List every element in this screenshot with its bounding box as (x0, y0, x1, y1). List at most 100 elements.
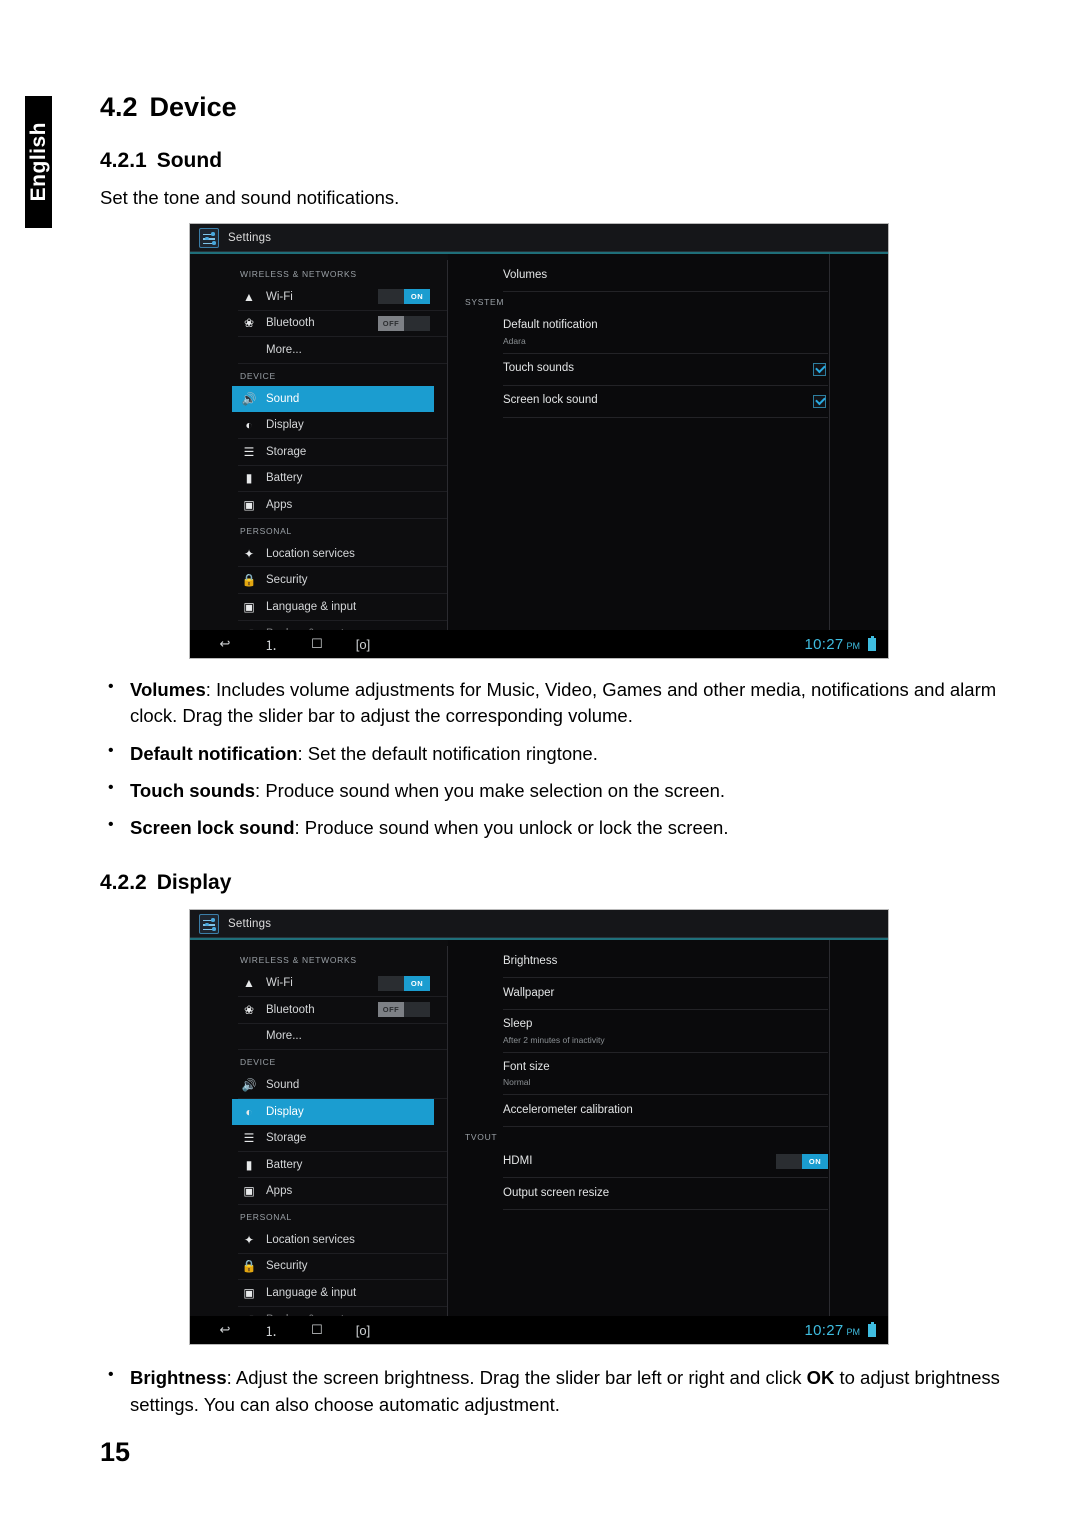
sidebar-item-display[interactable]: ◐ Display (232, 1098, 434, 1126)
recent-apps-icon[interactable]: ☐ (300, 1322, 334, 1338)
sidebar-item-label: Wi-Fi (266, 977, 293, 990)
sidebar-item-wifi[interactable]: ▲ Wi-Fi ON (238, 284, 448, 311)
shot-title-bar: Settings (190, 910, 888, 939)
sidebar-item-security[interactable]: 🔒 Security (238, 1254, 448, 1281)
pane-row-sleep[interactable]: Sleep After 2 minutes of inactivity (503, 1010, 828, 1053)
pane-row-default-notification[interactable]: Default notification Adara (503, 311, 828, 354)
sidebar-item-apps[interactable]: ▣ Apps (238, 1178, 448, 1206)
sidebar-item-apps[interactable]: ▣ Apps (238, 492, 448, 519)
lock-icon: 🔒 (241, 1259, 257, 1274)
list-item: Default notification: Set the default no… (100, 740, 1000, 767)
sidebar-item-label: Security (266, 1260, 308, 1273)
sidebar-item-language-input[interactable]: ▣ Language & input (238, 594, 448, 621)
pane-row-wallpaper[interactable]: Wallpaper (503, 978, 828, 1011)
page-number: 15 (100, 1437, 131, 1467)
screenshot-sound: Settings WIRELESS & NETWORKS ▲ Wi-Fi ON … (189, 223, 889, 659)
sidebar-item-sound[interactable]: 🔊 Sound (232, 385, 434, 413)
battery-status-icon (868, 635, 876, 651)
list-item: Volumes: Includes volume adjustments for… (100, 676, 1000, 730)
hdmi-toggle[interactable]: ON (776, 1154, 828, 1170)
display-brightness-icon: ◐ (245, 418, 253, 433)
pane-row-touch-sounds[interactable]: Touch sounds (503, 354, 828, 386)
bullet-term: Volumes (130, 679, 206, 700)
settings-sidebar[interactable]: WIRELESS & NETWORKS ▲ Wi-Fi ON ❀ Bluetoo… (190, 940, 448, 1317)
bullet-text: : Produce sound when you make selection … (255, 779, 726, 801)
sidebar-item-battery[interactable]: ▮ Battery (238, 1152, 448, 1179)
display-bullet-list: Brightness: Adjust the screen brightness… (100, 1364, 1000, 1418)
pane-row-screen-lock-sound[interactable]: Screen lock sound (503, 386, 828, 418)
android-navbar[interactable]: ↩ ⒈ ☐ [o] 10:27 PM (190, 1316, 888, 1345)
sidebar-item-backup-reset[interactable]: ↺ Backup & reset (238, 1307, 448, 1316)
pane-row-font-size[interactable]: Font size Normal (503, 1053, 828, 1096)
sidebar-item-location-services[interactable]: ✦ Location services (238, 541, 448, 568)
language-tab: English (25, 96, 52, 228)
sidebar-item-label: Apps (266, 1185, 293, 1198)
wifi-toggle-label: ON (404, 289, 430, 305)
sidebar-item-label: More... (266, 343, 302, 356)
sidebar-item-label: Bluetooth (266, 317, 315, 330)
sidebar-item-storage[interactable]: ☰ Storage (238, 1125, 448, 1152)
subsection-heading-sound: 4.2.1 Sound (100, 149, 1000, 173)
subsection-heading-display: 4.2.2 Display (100, 871, 1000, 895)
bullet-text-before: : Adjust the screen brightness. Drag the… (226, 1367, 807, 1389)
app-label: Settings (228, 231, 272, 244)
screen-lock-sound-checkbox[interactable] (813, 394, 826, 408)
sidebar-item-bluetooth[interactable]: ❀ Bluetooth OFF (238, 311, 448, 338)
sidebar-item-wifi[interactable]: ▲ Wi-Fi ON (238, 970, 448, 997)
android-navbar[interactable]: ↩ ⒈ ☐ [o] 10:27 PM (190, 630, 888, 658)
sidebar-group-header: PERSONAL (240, 1212, 292, 1223)
clock-ampm: PM (846, 640, 861, 651)
sidebar-group-header: WIRELESS & NETWORKS (240, 955, 357, 966)
status-clock: 10:27 PM (804, 635, 888, 653)
row-subtitle: After 2 minutes of inactivity (503, 1034, 605, 1045)
sidebar-item-security[interactable]: 🔒 Security (238, 567, 448, 594)
language-icon: ▣ (243, 599, 255, 614)
pane-row-hdmi[interactable]: HDMI ON (503, 1146, 828, 1179)
bluetooth-toggle[interactable]: OFF (378, 1002, 430, 1018)
sidebar-item-battery[interactable]: ▮ Battery (238, 466, 448, 493)
pane-row-volumes[interactable]: Volumes (503, 260, 828, 292)
bullet-term: Default notification (130, 742, 298, 764)
back-icon[interactable]: ↩ (208, 636, 242, 652)
sidebar-item-sound[interactable]: 🔊 Sound (238, 1072, 448, 1099)
location-icon: ✦ (243, 1232, 255, 1247)
pane-row-brightness[interactable]: Brightness (503, 946, 828, 979)
row-title: Brightness (503, 955, 558, 968)
screenshot-icon[interactable]: [o] (346, 637, 380, 652)
wifi-toggle[interactable]: ON (378, 975, 430, 991)
shot-body: WIRELESS & NETWORKS ▲ Wi-Fi ON ❀ Bluetoo… (190, 940, 888, 1317)
sidebar-item-label: Sound (266, 1078, 300, 1091)
list-item: Brightness: Adjust the screen brightness… (100, 1364, 1000, 1418)
sidebar-item-bluetooth[interactable]: ❀ Bluetooth OFF (238, 997, 448, 1024)
subsection-title: Sound (156, 149, 223, 172)
sidebar-item-display[interactable]: ◐ Display (238, 412, 448, 439)
touch-sounds-checkbox[interactable] (813, 362, 826, 376)
pane-row-output-screen-resize[interactable]: Output screen resize (503, 1178, 828, 1211)
bullet-term: Brightness (130, 1367, 227, 1389)
recent-apps-icon[interactable]: ☐ (300, 636, 334, 652)
sidebar-item-more[interactable]: More... (238, 1024, 448, 1051)
lock-icon: 🔒 (241, 573, 257, 588)
sidebar-item-backup-reset[interactable]: ↺ Backup & reset (238, 621, 448, 630)
bluetooth-toggle-label: OFF (378, 315, 404, 331)
settings-detail-pane[interactable]: Brightness Wallpaper Sleep After 2 minut… (448, 940, 888, 1317)
sidebar-item-label: Language & input (266, 600, 357, 613)
sidebar-item-storage[interactable]: ☰ Storage (238, 439, 448, 466)
bluetooth-toggle-label: OFF (378, 1002, 404, 1018)
wifi-toggle[interactable]: ON (378, 289, 430, 305)
home-icon[interactable]: ⒈ (254, 1321, 288, 1340)
sidebar-item-label: Storage (266, 445, 307, 458)
section-heading: 4.2 Device (100, 92, 1000, 123)
back-icon[interactable]: ↩ (208, 1322, 242, 1338)
home-icon[interactable]: ⒈ (254, 635, 288, 654)
screenshot-icon[interactable]: [o] (346, 1323, 380, 1338)
settings-sidebar[interactable]: WIRELESS & NETWORKS ▲ Wi-Fi ON ❀ Bluetoo… (190, 254, 448, 630)
shot-title-bar: Settings (190, 224, 888, 252)
settings-detail-pane[interactable]: Volumes SYSTEM Default notification Adar… (448, 254, 888, 630)
sidebar-item-more[interactable]: More... (238, 337, 448, 364)
bluetooth-toggle[interactable]: OFF (378, 315, 430, 331)
sidebar-item-label: Bluetooth (266, 1003, 315, 1016)
sidebar-item-location-services[interactable]: ✦ Location services (238, 1227, 448, 1254)
pane-row-accelerometer-calibration[interactable]: Accelerometer calibration (503, 1095, 828, 1128)
sidebar-item-language-input[interactable]: ▣ Language & input (238, 1280, 448, 1307)
